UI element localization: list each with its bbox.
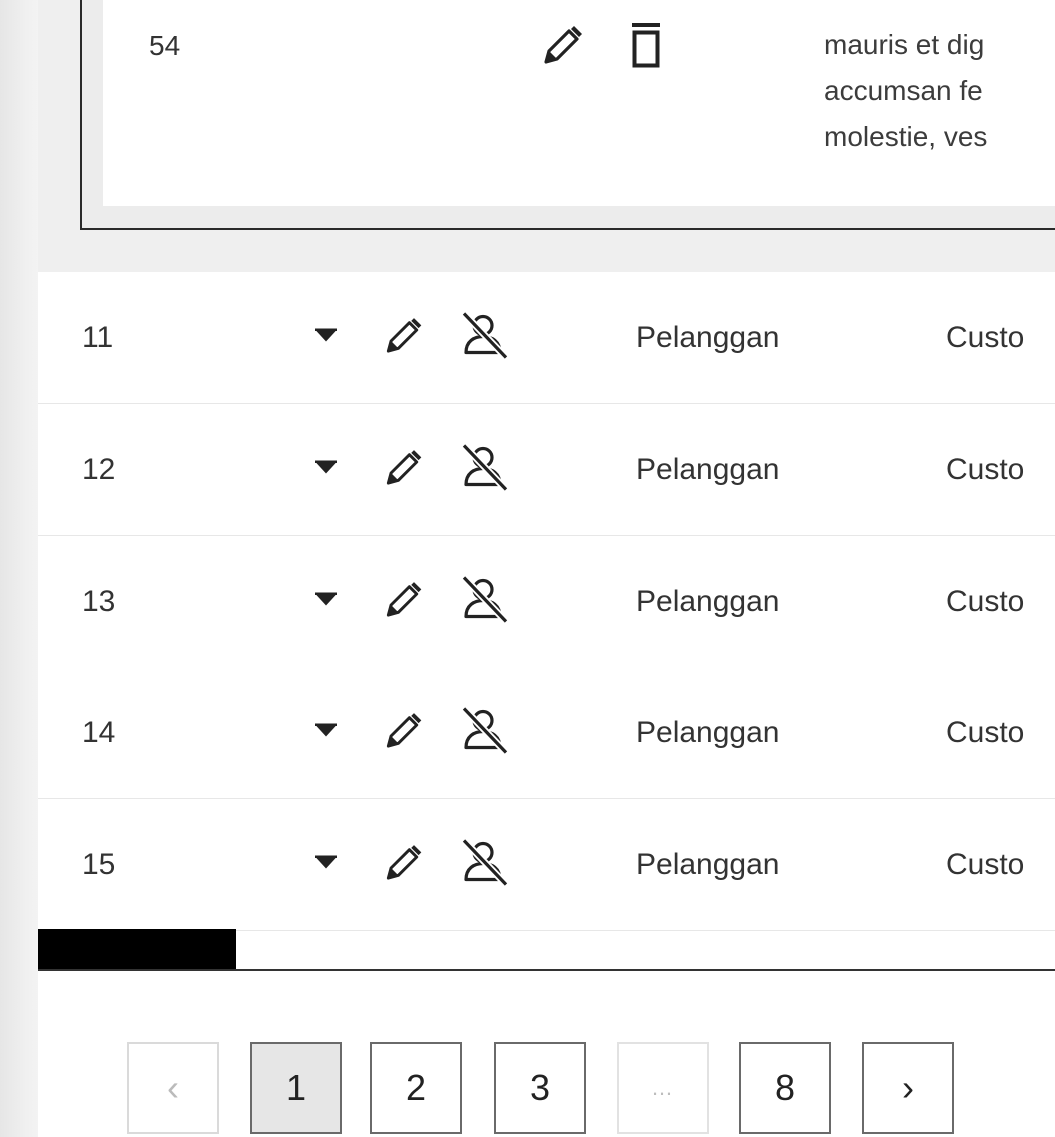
page-8-button[interactable]: 8 — [739, 1042, 831, 1134]
user-off-icon[interactable] — [461, 310, 509, 365]
row-type: Pelanggan — [636, 847, 780, 881]
caret-down-icon[interactable] — [314, 722, 338, 742]
page-3-button[interactable]: 3 — [494, 1042, 586, 1134]
caret-down-icon[interactable] — [314, 591, 338, 611]
row-category: Custo — [946, 715, 1025, 749]
table-row: 14 Pelanggan Custo — [38, 667, 1055, 799]
row-category: Custo — [946, 452, 1025, 486]
pencil-icon[interactable] — [381, 444, 425, 495]
page-ellipsis: … — [617, 1042, 709, 1134]
row-type: Pelanggan — [636, 452, 780, 486]
nested-row-description: mauris et dig accumsan fe molestie, ves — [824, 22, 1055, 160]
caret-down-icon[interactable] — [314, 327, 338, 347]
left-gutter — [0, 0, 38, 1137]
page-1-button[interactable]: 1 — [250, 1042, 342, 1134]
row-id: 11 — [82, 320, 114, 354]
horizontal-scrollbar[interactable] — [38, 929, 1055, 971]
table-row: 13 Pelanggan Custo — [38, 536, 1055, 668]
chevron-right-icon: › — [902, 1067, 914, 1108]
user-off-icon[interactable] — [461, 574, 509, 629]
chevron-left-icon: ‹ — [167, 1067, 179, 1108]
caret-down-icon[interactable] — [314, 459, 338, 479]
table-row: 12 Pelanggan Custo — [38, 404, 1055, 536]
user-off-icon[interactable] — [461, 442, 509, 497]
description-line: accumsan fe — [824, 75, 983, 106]
table-row: 11 Pelanggan Custo — [38, 272, 1055, 404]
row-category: Custo — [946, 847, 1025, 881]
caret-down-icon[interactable] — [314, 854, 338, 874]
row-type: Pelanggan — [636, 715, 780, 749]
row-id: 12 — [82, 452, 116, 486]
pencil-icon[interactable] — [381, 839, 425, 890]
next-page-button[interactable]: › — [862, 1042, 954, 1134]
row-id: 15 — [82, 847, 116, 881]
prev-page-button[interactable]: ‹ — [127, 1042, 219, 1134]
pencil-icon[interactable] — [381, 312, 425, 363]
page-2-button[interactable]: 2 — [370, 1042, 462, 1134]
table-row: 15 Pelanggan Custo — [38, 799, 1055, 931]
description-line: molestie, ves — [824, 121, 988, 152]
user-off-icon[interactable] — [461, 837, 509, 892]
pencil-icon[interactable] — [381, 707, 425, 758]
description-line: mauris et dig — [824, 29, 985, 60]
scrollbar-thumb[interactable] — [38, 929, 236, 969]
nested-row-id: 54 — [149, 30, 181, 61]
row-id: 13 — [82, 584, 116, 618]
row-type: Pelanggan — [636, 584, 780, 618]
row-category: Custo — [946, 584, 1025, 618]
row-category: Custo — [946, 320, 1025, 354]
row-type: Pelanggan — [636, 320, 780, 354]
row-id: 14 — [82, 715, 116, 749]
user-off-icon[interactable] — [461, 705, 509, 760]
pencil-icon[interactable] — [538, 20, 586, 75]
trash-icon[interactable] — [628, 20, 664, 75]
pencil-icon[interactable] — [381, 576, 425, 627]
